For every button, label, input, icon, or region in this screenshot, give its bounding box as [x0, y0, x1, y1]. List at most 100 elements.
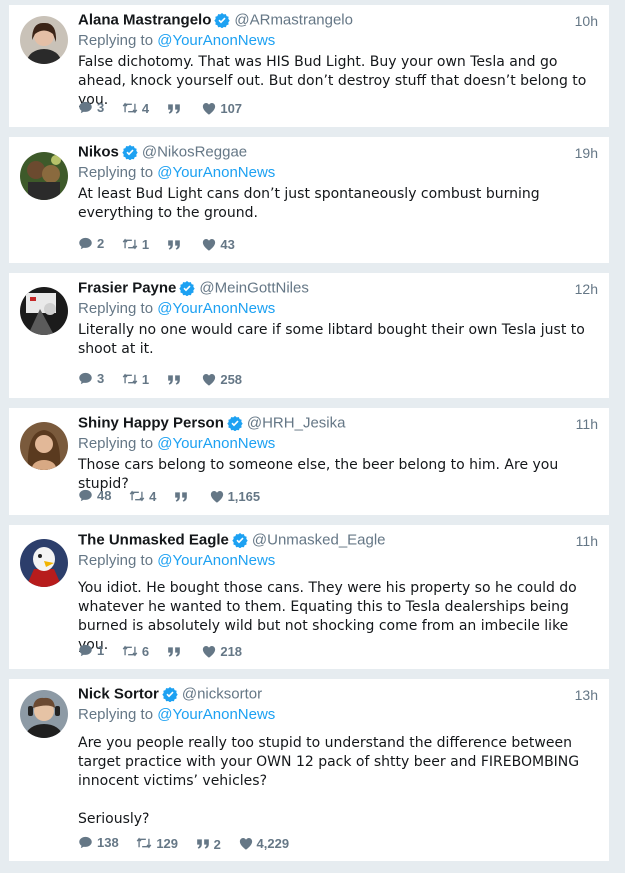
retweet-icon	[129, 490, 145, 502]
like-count: 258	[220, 372, 243, 387]
tweet-card[interactable]: The Unmasked Eagle @Unmasked_Eagle 11h Re…	[9, 525, 609, 669]
tweet-time[interactable]: 12h	[575, 281, 598, 297]
like-button[interactable]: 4,229	[239, 836, 289, 851]
quote-icon	[167, 240, 180, 250]
author-name[interactable]: Shiny Happy Person	[78, 414, 224, 431]
tweet-time[interactable]: 11h	[576, 416, 598, 432]
author-handle[interactable]: @MeinGottNiles	[199, 279, 308, 296]
tweet-time[interactable]: 11h	[576, 533, 598, 549]
like-icon	[210, 490, 223, 503]
quote-button[interactable]: 2	[196, 837, 221, 852]
retweet-button[interactable]: 129	[136, 836, 178, 851]
mention-link[interactable]: @YourAnonNews	[157, 164, 275, 181]
retweet-count: 4	[149, 488, 157, 504]
replying-to: Replying to @YourAnonNews	[78, 706, 275, 723]
reply-feed: Alana Mastrangelo @ARmastrangelo 10h Repl…	[0, 0, 625, 873]
retweet-button[interactable]: 1	[122, 372, 149, 387]
like-button[interactable]: 107	[202, 101, 242, 116]
like-button[interactable]: 218	[202, 644, 242, 659]
tweet-time[interactable]: 19h	[575, 145, 598, 161]
replying-to-label: Replying to	[78, 164, 154, 181]
reply-button[interactable]: 1	[78, 643, 104, 658]
avatar[interactable]	[20, 690, 68, 738]
like-count: 218	[220, 644, 243, 659]
retweet-icon	[137, 837, 152, 849]
like-button[interactable]: 1,165	[210, 489, 261, 504]
mention-link[interactable]: @YourAnonNews	[157, 435, 275, 452]
tweet-actions: 138 129 2 4,229	[78, 835, 303, 853]
verified-badge-icon	[162, 686, 178, 702]
retweet-count: 6	[141, 643, 150, 659]
avatar[interactable]	[20, 422, 68, 470]
reply-count: 3	[97, 371, 105, 386]
author-name[interactable]: Nikos	[78, 143, 119, 160]
tweet-card[interactable]: Alana Mastrangelo @ARmastrangelo 10h Repl…	[9, 5, 609, 127]
tweet-card[interactable]: Shiny Happy Person @HRH_Jesika 11h Replyi…	[9, 408, 609, 515]
quote-button[interactable]	[167, 646, 185, 658]
author-handle[interactable]: @nicksortor	[182, 685, 262, 702]
author-name[interactable]: Alana Mastrangelo	[78, 11, 211, 28]
mention-link[interactable]: @YourAnonNews	[157, 300, 275, 317]
like-icon	[203, 373, 216, 386]
quote-button[interactable]	[167, 239, 185, 251]
tweet-card[interactable]: Frasier Payne @MeinGottNiles 12h Replying…	[9, 273, 609, 398]
replying-to-label: Replying to	[78, 32, 154, 49]
quote-icon	[167, 375, 180, 385]
tweet-text: Are you people really too stupid to unde…	[78, 735, 580, 827]
like-icon	[203, 645, 216, 658]
author-name[interactable]: Nick Sortor	[78, 685, 159, 702]
reply-icon	[79, 237, 92, 250]
reply-count: 2	[97, 236, 105, 251]
retweet-button[interactable]: 1	[122, 237, 149, 252]
avatar[interactable]	[20, 287, 68, 335]
reply-button[interactable]: 2	[78, 236, 104, 251]
author-handle[interactable]: @HRH_Jesika	[247, 414, 346, 431]
author-handle[interactable]: @ARmastrangelo	[234, 11, 353, 28]
verified-badge-icon	[227, 415, 243, 431]
like-button[interactable]: 258	[202, 372, 242, 387]
tweet-actions: 48 4 1,165	[78, 488, 274, 506]
reply-icon	[79, 372, 92, 385]
author-handle[interactable]: @Unmasked_Eagle	[252, 531, 386, 548]
tweet-actions: 2 1 43	[78, 236, 249, 254]
avatar[interactable]	[20, 16, 68, 64]
tweet-card[interactable]: Nick Sortor @nicksortor 13h Replying to @…	[9, 679, 609, 861]
retweet-icon	[122, 373, 138, 385]
reply-icon	[79, 489, 92, 502]
author-name[interactable]: The Unmasked Eagle	[78, 531, 229, 548]
retweet-count: 4	[141, 100, 150, 116]
author-name[interactable]: Frasier Payne	[78, 279, 176, 296]
verified-badge-icon	[232, 532, 248, 548]
avatar[interactable]	[20, 539, 68, 587]
mention-link[interactable]: @YourAnonNews	[157, 552, 275, 569]
mention-link[interactable]: @YourAnonNews	[157, 706, 275, 723]
replying-to-label: Replying to	[78, 435, 154, 452]
retweet-button[interactable]: 4	[129, 489, 156, 504]
reply-count: 3	[97, 100, 105, 115]
like-count: 107	[220, 101, 243, 116]
like-button[interactable]: 43	[202, 237, 235, 252]
like-count: 1,165	[227, 489, 261, 504]
quote-count: 2	[213, 836, 221, 852]
reply-icon	[79, 644, 92, 657]
reply-button[interactable]: 3	[78, 371, 104, 386]
tweet-text: Literally no one would care if some libt…	[78, 322, 590, 357]
mention-link[interactable]: @YourAnonNews	[157, 32, 275, 49]
reply-button[interactable]: 48	[78, 488, 111, 503]
author-handle[interactable]: @NikosReggae	[142, 143, 247, 160]
tweet-time[interactable]: 13h	[575, 687, 598, 703]
quote-button[interactable]	[174, 491, 192, 503]
quote-button[interactable]	[167, 374, 185, 386]
reply-count: 48	[97, 488, 112, 503]
retweet-button[interactable]: 4	[122, 101, 149, 116]
reply-count: 1	[97, 643, 105, 658]
reply-count: 138	[97, 835, 119, 850]
tweet-time[interactable]: 10h	[575, 13, 598, 29]
reply-button[interactable]: 3	[78, 100, 104, 115]
quote-icon	[175, 492, 187, 502]
reply-button[interactable]: 138	[78, 835, 119, 850]
avatar[interactable]	[20, 152, 68, 200]
retweet-button[interactable]: 6	[122, 644, 149, 659]
quote-button[interactable]	[167, 103, 185, 115]
tweet-card[interactable]: Nikos @NikosReggae 19h Replying to @YourA…	[9, 137, 609, 263]
